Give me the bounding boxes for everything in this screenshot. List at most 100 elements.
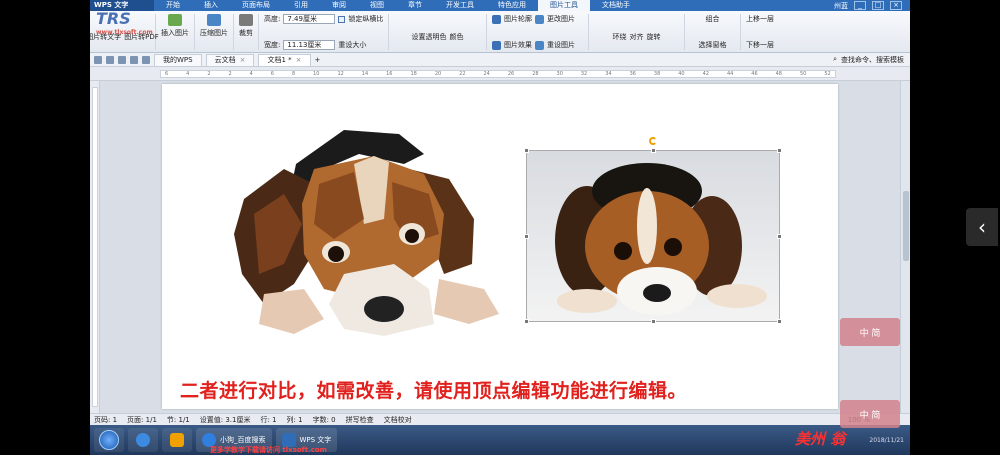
- tab-my-wps[interactable]: 我的WPS: [154, 53, 202, 66]
- ruler-tick: 8: [291, 71, 296, 77]
- start-button[interactable]: [94, 428, 124, 452]
- ime-toolbar-2[interactable]: 中 简: [840, 400, 900, 428]
- spell-check-button[interactable]: 拼写检查: [346, 415, 374, 425]
- print-icon[interactable]: [118, 55, 126, 64]
- resize-handle[interactable]: [524, 148, 529, 153]
- resize-handle[interactable]: [777, 319, 782, 324]
- resize-handle[interactable]: [524, 234, 529, 239]
- align-button[interactable]: 对齐: [630, 32, 644, 42]
- ruler-tick: 48: [775, 71, 782, 77]
- compress-picture-button[interactable]: 压缩图片: [200, 14, 228, 38]
- lock-ratio-checkbox[interactable]: [338, 15, 346, 23]
- crop-button[interactable]: 裁剪: [239, 14, 253, 38]
- ruler-tick: 52: [824, 71, 831, 77]
- tab-review[interactable]: 审阅: [320, 0, 358, 11]
- ruler-tick: 34: [605, 71, 612, 77]
- tab-start[interactable]: 开始: [154, 0, 192, 11]
- ime-toolbar[interactable]: 中 简: [840, 318, 900, 346]
- resize-handle[interactable]: [777, 234, 782, 239]
- new-tab-button[interactable]: +: [315, 56, 321, 64]
- ruler-tick: 6: [270, 71, 274, 77]
- document-page[interactable]: 二者进行对比，如需改善，请使用顶点编辑功能进行编辑。: [162, 84, 838, 409]
- ie-taskbar-button[interactable]: [128, 428, 158, 452]
- ruler-tick: 32: [580, 71, 588, 77]
- reset-picture-icon: [535, 40, 544, 50]
- tab-picture-tools[interactable]: 图片工具: [538, 0, 590, 11]
- resize-handle[interactable]: [651, 319, 656, 324]
- close-button[interactable]: ×: [890, 1, 902, 10]
- vertical-scrollbar[interactable]: [900, 81, 910, 413]
- close-tab-icon[interactable]: ×: [240, 54, 246, 66]
- outline-icon: [492, 14, 501, 24]
- maximize-button[interactable]: □: [872, 1, 884, 10]
- minimize-button[interactable]: _: [854, 1, 866, 10]
- ruler-tick: 22: [459, 71, 466, 77]
- resize-handle[interactable]: [777, 148, 782, 153]
- proofread-button[interactable]: 文档校对: [384, 415, 412, 425]
- ruler-tick: 18: [410, 71, 417, 77]
- vectorized-dog-picture[interactable]: [224, 124, 504, 339]
- reset-size-button[interactable]: 重设大小: [338, 40, 366, 50]
- bottom-watermark: 更多学教学下载请访问 tlxsoft.com: [210, 446, 327, 454]
- tab-doc-assistant[interactable]: 文档助手: [590, 0, 642, 11]
- tab-insert[interactable]: 插入: [192, 0, 230, 11]
- ruler-tick: 44: [726, 71, 734, 77]
- change-picture-button[interactable]: 更改图片: [547, 14, 575, 24]
- tab-developer[interactable]: 开发工具: [434, 0, 486, 11]
- rotate-handle-icon[interactable]: [649, 137, 657, 145]
- command-search-input[interactable]: 查找命令、搜索模板: [841, 55, 904, 65]
- picture-effects-button[interactable]: 图片效果: [504, 40, 532, 50]
- ruler-tick: 10: [313, 71, 320, 77]
- ruler-tick: 26: [507, 71, 515, 77]
- bring-forward-button[interactable]: 上移一层: [746, 14, 774, 24]
- status-section: 节: 1/1: [166, 415, 190, 424]
- effects-icon: [492, 40, 501, 50]
- lock-ratio-label: 锁定纵横比: [348, 15, 384, 23]
- set-transparent-button[interactable]: 设置透明色: [412, 32, 447, 42]
- ruler-tick: 4: [249, 71, 253, 77]
- dog-photo-image: [527, 151, 779, 321]
- reset-picture-button[interactable]: 重设图片: [547, 40, 575, 50]
- group-button[interactable]: 组合: [706, 14, 720, 24]
- width-label: 宽度:: [264, 41, 281, 49]
- color-button[interactable]: 颜色: [450, 32, 464, 42]
- rotate-button[interactable]: 旋转: [647, 32, 661, 42]
- status-words: 字数: 0: [312, 415, 336, 424]
- tab-references[interactable]: 引用: [282, 0, 320, 11]
- picture-outline-button[interactable]: 图片轮廓: [504, 14, 532, 24]
- clock-date: 2018/11/21: [869, 436, 904, 444]
- ribbon: 图片转文字 图片转PDF 插入图片 压缩图片 裁剪 高度:: [90, 11, 910, 53]
- tab-page-layout[interactable]: 页面布局: [230, 0, 282, 11]
- wrap-button[interactable]: 环绕: [613, 32, 627, 42]
- tab-sections[interactable]: 章节: [396, 0, 434, 11]
- save-icon[interactable]: [106, 55, 114, 64]
- status-page: 页码: 1: [94, 415, 118, 424]
- status-setting: 设置值: 3.1厘米: [199, 415, 251, 424]
- send-backward-button[interactable]: 下移一层: [746, 40, 774, 50]
- ruler-tick: 2: [207, 71, 211, 77]
- resize-handle[interactable]: [651, 148, 656, 153]
- tab-document1[interactable]: 文档1 * ×: [258, 53, 311, 66]
- tab-cloud-docs[interactable]: 云文档 ×: [205, 53, 255, 66]
- width-field[interactable]: 11.13厘米: [283, 40, 336, 50]
- dog-photo[interactable]: [524, 137, 782, 324]
- crop-icon: [239, 14, 253, 26]
- undo-icon[interactable]: [130, 55, 138, 64]
- selection-pane-button[interactable]: 选择窗格: [699, 40, 727, 50]
- close-tab-icon[interactable]: ×: [296, 54, 302, 66]
- resize-handle[interactable]: [524, 319, 529, 324]
- windows-orb-icon: [99, 430, 119, 450]
- user-name[interactable]: 州蓝: [834, 1, 848, 11]
- height-label: 高度:: [264, 15, 281, 23]
- chevron-left-icon[interactable]: ‹: [966, 208, 998, 246]
- media-taskbar-button[interactable]: [162, 428, 192, 452]
- folder-icon[interactable]: [94, 55, 102, 64]
- signature-watermark: 美州 翁: [795, 430, 846, 448]
- redo-icon[interactable]: [142, 55, 150, 64]
- tab-view[interactable]: 视图: [358, 0, 396, 11]
- tab-features[interactable]: 特色应用: [486, 0, 538, 11]
- scrollbar-thumb[interactable]: [903, 191, 909, 261]
- ruler-tick: 40: [678, 71, 685, 77]
- height-field[interactable]: 7.49厘米: [283, 14, 336, 24]
- ruler-tick: 14: [361, 71, 369, 77]
